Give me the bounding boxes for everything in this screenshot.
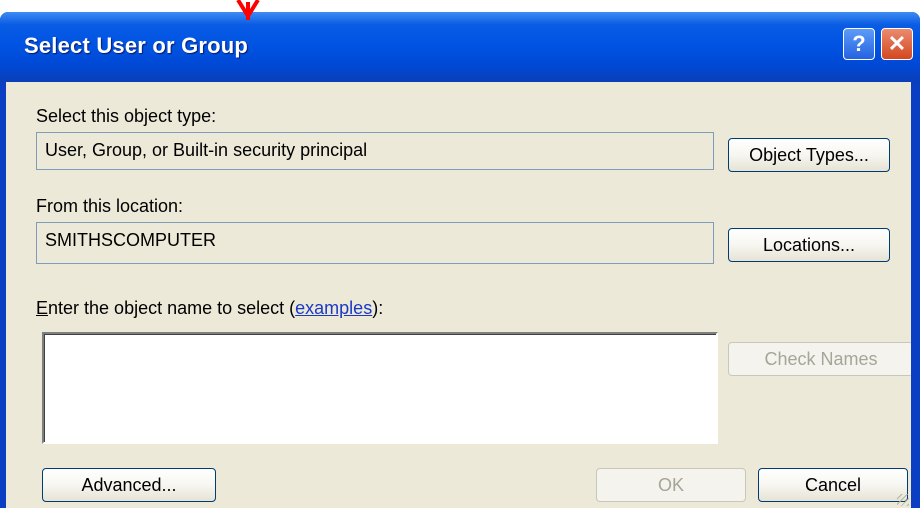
help-icon: ? [852,31,866,56]
object-name-label: Enter the object name to select (example… [36,298,383,319]
check-names-button[interactable]: Check Names [728,342,914,376]
red-arrow-marker-icon [236,0,260,20]
locations-button-label: Locations... [762,234,856,255]
dialog-body: Select this object type: User, Group, or… [6,82,914,508]
location-field: SMITHSCOMPUTER [36,222,714,264]
object-types-button-label: Object Types... [749,144,869,165]
examples-link[interactable]: examples [295,298,372,318]
select-user-or-group-dialog: Select User or Group ? ✕ Select this obj… [0,12,920,508]
cancel-button[interactable]: Cancel [758,468,908,502]
ok-button[interactable]: OK [596,468,746,502]
advanced-button[interactable]: Advanced... [42,468,216,502]
object-name-label-suffix: ): [372,298,384,318]
object-type-field: User, Group, or Built-in security princi… [36,132,714,170]
check-names-button-label: Check Names [764,348,878,369]
location-label: From this location: [36,196,184,216]
cancel-button-label: Cancel [804,474,862,495]
accelerator-e: E [36,298,49,318]
advanced-button-label: Advanced... [81,474,177,495]
close-icon: ✕ [887,31,907,56]
object-name-input[interactable] [42,332,718,444]
object-type-value: User, Group, or Built-in security princi… [45,140,368,160]
dialog-title: Select User or Group [24,33,249,58]
object-name-label-text: nter the object name to select ( [48,298,296,318]
object-type-label: Select this object type: [36,106,217,126]
locations-button[interactable]: Locations... [728,228,890,262]
object-types-button[interactable]: Object Types... [728,138,890,172]
help-button[interactable]: ? [843,28,875,60]
close-button[interactable]: ✕ [881,28,913,60]
ok-button-label: OK [657,474,684,495]
location-value: SMITHSCOMPUTER [45,230,216,250]
resize-grip[interactable] [897,494,909,506]
window-right-border [911,82,920,508]
title-bar[interactable]: Select User or Group ? ✕ [0,12,920,82]
